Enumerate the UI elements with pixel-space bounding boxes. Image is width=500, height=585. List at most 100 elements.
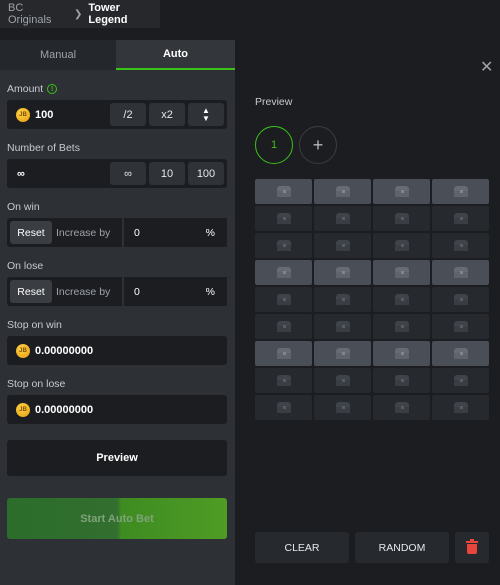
plus-icon[interactable]: + (299, 126, 337, 164)
tower-cell[interactable] (255, 341, 312, 366)
on-win-reset-button[interactable]: Reset (10, 221, 52, 244)
tower-cell[interactable] (255, 233, 312, 258)
tower-cell[interactable] (255, 314, 312, 339)
tower-cell[interactable] (314, 314, 371, 339)
chest-icon (276, 240, 291, 251)
percent-unit: % (205, 226, 215, 239)
half-amount-button[interactable]: /2 (110, 103, 146, 126)
stop-on-lose-field[interactable]: JB 0.00000000 (7, 395, 227, 424)
chest-icon (276, 321, 291, 332)
tab-manual[interactable]: Manual (0, 40, 116, 70)
number-of-bets-input[interactable]: ∞ (17, 159, 25, 188)
chest-icon (453, 321, 468, 332)
chevron-down-icon[interactable]: ▼ (202, 114, 210, 123)
tower-cell[interactable] (373, 233, 430, 258)
tower-cell[interactable] (373, 179, 430, 204)
on-lose-reset-button[interactable]: Reset (10, 280, 52, 303)
tower-cell[interactable] (373, 206, 430, 231)
tower-cell[interactable] (432, 341, 489, 366)
number-of-bets-label: Number of Bets (7, 142, 80, 154)
bets-preset-infinite[interactable]: ∞ (110, 162, 146, 185)
amount-stepper[interactable]: ▲ ▼ (188, 103, 224, 126)
preview-title: Preview (255, 96, 293, 108)
on-win-percent-field[interactable]: 0 % (122, 218, 227, 247)
tower-cell[interactable] (373, 287, 430, 312)
stop-on-lose-input[interactable]: 0.00000000 (35, 395, 93, 424)
chest-icon (394, 294, 409, 305)
tower-cell[interactable] (314, 260, 371, 285)
on-lose-percent-field[interactable]: 0 % (122, 277, 227, 306)
clear-button[interactable]: CLEAR (255, 532, 349, 563)
tower-cell[interactable] (373, 395, 430, 420)
tower-cell[interactable] (314, 179, 371, 204)
tower-cell[interactable] (373, 314, 430, 339)
tower-cell[interactable] (255, 260, 312, 285)
tower-cell[interactable] (314, 206, 371, 231)
amount-input[interactable]: 100 (35, 100, 53, 129)
chest-icon (453, 402, 468, 413)
mode-tabs: Manual Auto (0, 40, 235, 70)
chest-icon (335, 213, 350, 224)
chest-icon (335, 240, 350, 251)
tower-cell[interactable] (432, 233, 489, 258)
tower-cell[interactable] (373, 341, 430, 366)
chest-icon (276, 267, 291, 278)
tower-cell[interactable] (255, 395, 312, 420)
number-of-bets-field[interactable]: ∞ ∞ 10 100 (7, 159, 227, 188)
stop-on-win-field[interactable]: JB 0.00000000 (7, 336, 227, 365)
chest-icon (453, 267, 468, 278)
double-amount-button[interactable]: x2 (149, 103, 185, 126)
tower-cell[interactable] (255, 206, 312, 231)
close-icon[interactable]: ✕ (480, 60, 493, 76)
on-win-label: On win (7, 201, 40, 213)
tower-cell[interactable] (373, 368, 430, 393)
chest-icon (394, 213, 409, 224)
tower-cell[interactable] (314, 395, 371, 420)
amount-field[interactable]: JB 100 /2 x2 ▲ ▼ (7, 100, 227, 129)
preview-button[interactable]: Preview (7, 440, 227, 476)
tab-auto[interactable]: Auto (116, 40, 235, 70)
bets-preset-100[interactable]: 100 (188, 162, 224, 185)
coin-icon: JB (16, 403, 30, 417)
tower-cell[interactable] (432, 314, 489, 339)
chest-icon (394, 267, 409, 278)
tower-cell[interactable] (373, 260, 430, 285)
tower-cell[interactable] (255, 287, 312, 312)
tower-cell[interactable] (432, 179, 489, 204)
tower-cell[interactable] (314, 341, 371, 366)
tower-cell[interactable] (432, 287, 489, 312)
delete-button[interactable] (455, 532, 489, 563)
trash-icon (466, 539, 478, 554)
random-button[interactable]: RANDOM (355, 532, 449, 563)
on-win-percent-input[interactable]: 0 (134, 218, 140, 247)
breadcrumb-bc-originals[interactable]: BC Originals (8, 2, 68, 26)
chest-icon (335, 186, 350, 197)
tower-cell[interactable] (432, 368, 489, 393)
tower-cell[interactable] (314, 287, 371, 312)
chest-icon (394, 375, 409, 386)
tower-cell[interactable] (432, 206, 489, 231)
tower-cell[interactable] (314, 233, 371, 258)
chest-icon (394, 240, 409, 251)
percent-unit: % (205, 285, 215, 298)
bets-preset-10[interactable]: 10 (149, 162, 185, 185)
chest-icon (453, 186, 468, 197)
chest-icon (453, 348, 468, 359)
round-1-button[interactable]: 1 (255, 126, 293, 164)
tower-cell[interactable] (314, 368, 371, 393)
on-win-increase-by-button[interactable]: Increase by (56, 218, 110, 247)
on-win-field: Reset Increase by 0 % (7, 218, 227, 247)
chest-icon (394, 321, 409, 332)
stop-on-win-input[interactable]: 0.00000000 (35, 336, 93, 365)
tower-cell[interactable] (432, 395, 489, 420)
on-lose-increase-by-button[interactable]: Increase by (56, 277, 110, 306)
chest-icon (335, 267, 350, 278)
on-lose-percent-input[interactable]: 0 (134, 277, 140, 306)
start-auto-bet-button[interactable]: Start Auto Bet (7, 498, 227, 539)
tower-cell[interactable] (432, 260, 489, 285)
chest-icon (453, 213, 468, 224)
tower-cell[interactable] (255, 368, 312, 393)
info-icon[interactable]: ! (47, 84, 58, 94)
tower-cell[interactable] (255, 179, 312, 204)
chevron-right-icon: ❯ (73, 8, 83, 20)
